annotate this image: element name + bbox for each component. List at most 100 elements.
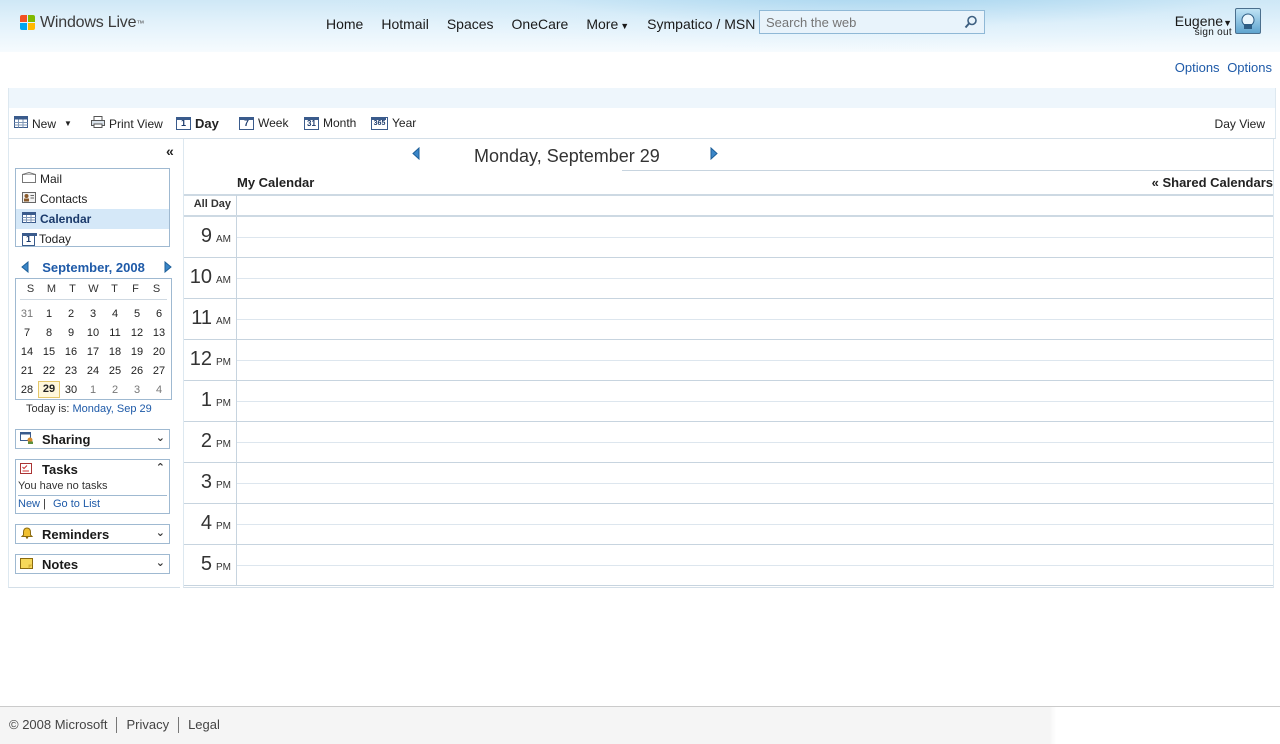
day-cell[interactable]: 22 [38, 365, 60, 377]
day-cell[interactable]: 8 [38, 327, 60, 339]
hour-label: 5 PM [201, 553, 231, 576]
day-cell[interactable]: 16 [60, 346, 82, 358]
day-cell[interactable]: 9 [60, 327, 82, 339]
day-cell[interactable]: 28 [16, 384, 38, 396]
all-day-slot[interactable] [237, 195, 1273, 215]
day-cell[interactable]: 1 [82, 384, 104, 396]
day-cell[interactable]: 13 [148, 327, 170, 339]
day-cell[interactable]: 4 [148, 384, 170, 396]
time-gutter: All Day [184, 195, 237, 215]
day-cell[interactable]: 26 [126, 365, 148, 377]
week-row: 14 15 16 17 18 19 20 [16, 342, 171, 361]
print-view-button[interactable]: Print View [91, 116, 163, 131]
day-cell[interactable]: 24 [82, 365, 104, 377]
day-cell[interactable]: 12 [126, 327, 148, 339]
hour-number: 2 [200, 430, 212, 452]
nav-sympatico-msn[interactable]: Sympatico / MSN [647, 16, 755, 32]
day-cell[interactable]: 10 [82, 327, 104, 339]
day-cell[interactable]: 1 [38, 308, 60, 320]
day-cell[interactable]: 4 [104, 308, 126, 320]
previous-day-arrow-icon[interactable] [412, 146, 420, 163]
appnav-calendar[interactable]: Calendar [16, 209, 169, 229]
day-cell[interactable]: 14 [16, 346, 38, 358]
expand-chevron-icon[interactable]: ⌄ [156, 556, 165, 569]
hour-row: 3 PM [184, 463, 1273, 504]
day-cell[interactable]: 25 [104, 365, 126, 377]
search-input[interactable] [760, 11, 968, 33]
all-day-label: All Day [193, 198, 231, 210]
notes-panel-header[interactable]: Notes ⌄ [16, 555, 169, 573]
hour-row: 5 PM [184, 545, 1273, 586]
day-cell[interactable]: 2 [60, 308, 82, 320]
day-cell[interactable]: 2 [104, 384, 126, 396]
half-hour-line [237, 483, 1273, 484]
appnav-today[interactable]: 1 Today [16, 229, 169, 249]
mini-calendar-month-title[interactable]: September, 2008 [15, 260, 172, 275]
tasks-panel-header[interactable]: Tasks ⌃ [16, 460, 169, 478]
day-cell[interactable]: 6 [148, 308, 170, 320]
week-row: 7 8 9 10 11 12 13 [16, 323, 171, 342]
nav-more[interactable]: More ▼ [586, 16, 629, 32]
hour-row: 10 AM [184, 258, 1273, 299]
day-cell[interactable]: 23 [60, 365, 82, 377]
hour-row: 11 AM [184, 299, 1273, 340]
privacy-link[interactable]: Privacy [126, 717, 169, 733]
brand-name: Windows Live [40, 14, 137, 31]
shared-calendars-toggle[interactable]: « Shared Calendars [1152, 175, 1273, 190]
day-cell[interactable]: 19 [126, 346, 148, 358]
legal-link[interactable]: Legal [188, 717, 220, 733]
appnav-mail[interactable]: Mail [16, 169, 169, 189]
options-link[interactable]: Options [1175, 60, 1220, 75]
windows-live-logo[interactable]: Windows Live ™ [20, 12, 144, 34]
mini-calendar-weeks: 31 1 2 3 4 5 6 7 8 9 10 11 12 13 14 15 1… [16, 300, 171, 399]
month-view-button[interactable]: 31 Month [304, 116, 356, 130]
reminders-panel-header[interactable]: Reminders ⌄ [16, 525, 169, 543]
day-cell[interactable]: 27 [148, 365, 170, 377]
user-avatar[interactable] [1235, 8, 1261, 34]
options-link-secondary[interactable]: Options [1227, 60, 1272, 75]
day-cell[interactable]: 17 [82, 346, 104, 358]
nav-spaces[interactable]: Spaces [447, 16, 494, 32]
day-cell[interactable]: 3 [126, 384, 148, 396]
next-day-arrow-icon[interactable] [710, 146, 718, 163]
day-cell[interactable]: 7 [16, 327, 38, 339]
nav-hotmail[interactable]: Hotmail [381, 16, 428, 32]
expand-chevron-icon[interactable]: ⌄ [156, 526, 165, 539]
today-calendar-icon: 1 [22, 232, 37, 246]
day-cell[interactable]: 3 [82, 308, 104, 320]
day-cell[interactable]: 15 [38, 346, 60, 358]
tasks-link-separator: | [43, 498, 46, 510]
next-month-arrow-icon[interactable] [164, 260, 172, 276]
app-navigation: Mail Contacts Calendar 1 Today [15, 168, 170, 247]
day-cell[interactable]: 20 [148, 346, 170, 358]
day-cell[interactable]: 30 [60, 384, 82, 396]
day-cell[interactable]: 31 [16, 308, 38, 320]
new-task-link[interactable]: New [18, 498, 40, 510]
appnav-calendar-label: Calendar [40, 212, 92, 226]
half-hour-line [237, 442, 1273, 443]
day-cell[interactable]: 18 [104, 346, 126, 358]
nav-home[interactable]: Home [326, 16, 363, 32]
week-view-button[interactable]: 7 Week [239, 116, 288, 130]
hour-row: 4 PM [184, 504, 1273, 545]
year-view-button[interactable]: 365 Year [371, 116, 416, 130]
user-menu[interactable]: Eugene▼ sign out [1172, 13, 1232, 38]
day-cell[interactable]: 21 [16, 365, 38, 377]
day-cell[interactable]: 11 [104, 327, 126, 339]
collapse-pane-icon[interactable]: « [166, 143, 174, 159]
nav-onecare[interactable]: OneCare [512, 16, 569, 32]
time-gutter: 4 PM [184, 504, 237, 544]
printer-icon [91, 116, 105, 131]
search-icon[interactable] [964, 15, 978, 32]
collapse-chevron-icon[interactable]: ⌃ [156, 461, 165, 474]
day-cell-today[interactable]: 29 [38, 381, 60, 398]
today-date-link[interactable]: Monday, Sep 29 [72, 403, 151, 415]
day-cell[interactable]: 5 [126, 308, 148, 320]
sharing-panel-header[interactable]: Sharing ⌄ [16, 430, 169, 448]
expand-chevron-icon[interactable]: ⌄ [156, 431, 165, 444]
appnav-contacts[interactable]: Contacts [16, 189, 169, 209]
appnav-today-label: Today [39, 232, 72, 246]
day-view-button[interactable]: 1 Day [176, 116, 219, 131]
new-button[interactable]: New ▼ [14, 116, 72, 131]
go-to-list-link[interactable]: Go to List [53, 498, 100, 510]
